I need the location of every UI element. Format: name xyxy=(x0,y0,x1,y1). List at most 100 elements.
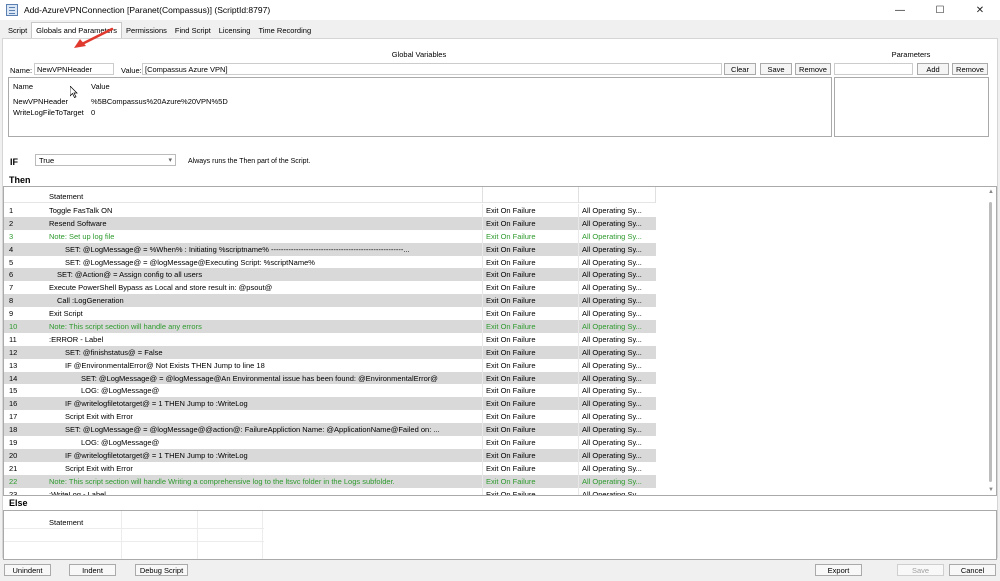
export-button[interactable]: Export xyxy=(815,564,862,576)
statement-row[interactable]: 10 Note: This script section will handle … xyxy=(4,320,656,333)
column-divider xyxy=(482,487,483,495)
name-input[interactable]: NewVPNHeader xyxy=(34,63,114,75)
column-divider xyxy=(578,229,579,243)
line-number: 16 xyxy=(9,399,18,409)
os-value: All Operating Sy... xyxy=(582,347,642,357)
column-divider xyxy=(482,255,483,269)
column-divider xyxy=(482,384,483,398)
statement-text: Script Exit with Error xyxy=(65,463,133,473)
close-icon[interactable]: ✕ xyxy=(960,0,1000,20)
statement-text: :WriteLog - Label xyxy=(49,489,106,496)
on-failure-value: Exit On Failure xyxy=(486,218,536,228)
if-hint: Always runs the Then part of the Script. xyxy=(188,158,311,165)
column-divider xyxy=(482,397,483,411)
then-rows: 1 Toggle FasTalk ON Exit On Failure All Ope… xyxy=(4,204,656,496)
column-header-statement[interactable]: Statement xyxy=(49,192,83,201)
minimize-icon[interactable]: — xyxy=(880,0,920,20)
window-title: Add-AzureVPNConnection [Paranet(Compassu… xyxy=(24,5,271,15)
if-condition-select[interactable]: True ▾ xyxy=(35,154,176,166)
statement-row[interactable]: 22 Note: This script section will handle … xyxy=(4,474,656,488)
save-button[interactable]: Save xyxy=(897,564,944,576)
remove-variable-button[interactable]: Remove xyxy=(795,63,831,75)
statement-row[interactable]: 18 SET: @LogMessage@ = @logMessage@@actio… xyxy=(4,423,656,437)
add-parameter-button[interactable]: Add xyxy=(917,63,949,75)
on-failure-value: Exit On Failure xyxy=(486,425,536,435)
column-header-statement[interactable]: Statement xyxy=(49,518,83,527)
then-statements-table[interactable]: Statement 1 Toggle FasTalk ON Exit On Fail… xyxy=(3,186,997,496)
statement-text: LOG: @LogMessage@ xyxy=(81,386,160,396)
os-value: All Operating Sy... xyxy=(582,412,642,422)
statement-row[interactable]: 16 IF @writelogfiletotarget@ = 1 THEN Jum… xyxy=(4,397,656,411)
column-divider xyxy=(482,423,483,437)
statement-row[interactable]: 15 LOG: @LogMessage@ Exit On Failure All Op… xyxy=(4,384,656,398)
cancel-button[interactable]: Cancel xyxy=(949,564,996,576)
statement-row[interactable]: 12 SET: @finishstatus@ = False Exit On Fai… xyxy=(4,345,656,359)
debug-script-button[interactable]: Debug Script xyxy=(135,564,188,576)
vertical-scrollbar[interactable]: ▲ ▼ xyxy=(987,188,995,494)
remove-parameter-button[interactable]: Remove xyxy=(952,63,988,75)
on-failure-value: Exit On Failure xyxy=(486,463,536,473)
os-value: All Operating Sy... xyxy=(582,244,642,254)
statement-text: Execute PowerShell Bypass as Local and s… xyxy=(49,283,273,293)
scrollbar-thumb[interactable] xyxy=(989,202,992,482)
os-value: All Operating Sy... xyxy=(582,257,642,267)
tab-time-recording[interactable]: Time Recording xyxy=(254,24,315,38)
column-divider xyxy=(482,332,483,346)
statement-row[interactable]: 4 SET: @LogMessage@ = %When% : Initiating… xyxy=(4,242,656,256)
parameters-list[interactable] xyxy=(834,77,989,137)
save-variable-button[interactable]: Save xyxy=(760,63,792,75)
tab-find-script[interactable]: Find Script xyxy=(171,24,215,38)
tab-script[interactable]: Script xyxy=(4,24,31,38)
statement-row[interactable]: 14 SET: @LogMessage@ = @logMessage@An Env… xyxy=(4,371,656,385)
tab-licensing[interactable]: Licensing xyxy=(215,24,255,38)
scroll-down-icon[interactable]: ▼ xyxy=(987,486,995,494)
on-failure-value: Exit On Failure xyxy=(486,334,536,344)
parameter-input[interactable] xyxy=(834,63,913,75)
statement-row[interactable]: 3 Note: Set up log file Exit On Failure All… xyxy=(4,229,656,243)
tab-permissions[interactable]: Permissions xyxy=(122,24,171,38)
statement-row[interactable]: 20 IF @writelogfiletotarget@ = 1 THEN Jum… xyxy=(4,448,656,462)
statement-row[interactable]: 19 LOG: @LogMessage@ Exit On Failure All Op… xyxy=(4,436,656,449)
global-variables-table[interactable]: Name Value NewVPNHeader %5BCompassus%20A… xyxy=(8,77,832,137)
column-divider xyxy=(482,474,483,488)
clear-button[interactable]: Clear xyxy=(724,63,756,75)
column-header-value[interactable]: Value xyxy=(91,82,110,91)
else-grid xyxy=(4,511,264,559)
column-divider xyxy=(578,461,579,475)
statement-row[interactable]: 7 Execute PowerShell Bypass as Local and … xyxy=(4,281,656,295)
os-value: All Operating Sy... xyxy=(582,206,642,215)
column-header-name[interactable]: Name xyxy=(13,82,33,91)
statement-text: Script Exit with Error xyxy=(65,412,133,422)
statement-row[interactable]: 11:ERROR - Label Exit On Failure All Opera… xyxy=(4,332,656,346)
statement-text: Call :LogGeneration xyxy=(57,296,124,306)
on-failure-value: Exit On Failure xyxy=(486,360,536,370)
line-number: 10 xyxy=(9,322,18,332)
statement-row[interactable]: 6 SET: @Action@ = Assign config to all us… xyxy=(4,268,656,282)
value-input[interactable]: [Compassus Azure VPN] xyxy=(142,63,722,75)
if-selected-value: True xyxy=(39,156,55,165)
line-number: 2 xyxy=(9,218,14,228)
statement-row[interactable]: 17 Script Exit with Error Exit On Failure A… xyxy=(4,410,656,424)
statement-row[interactable]: 9 Exit Script Exit On Failure All Operating… xyxy=(4,307,656,321)
line-number: 15 xyxy=(9,386,18,396)
statement-row[interactable]: 13 IF @EnvironmentalError@ Not Exists THE… xyxy=(4,358,656,372)
statement-text: IF @writelogfiletotarget@ = 1 THEN Jump … xyxy=(65,450,248,460)
title-bar: Add-AzureVPNConnection [Paranet(Compassu… xyxy=(0,0,1000,20)
indent-button[interactable]: Indent xyxy=(69,564,116,576)
table-row[interactable]: NewVPNHeader %5BCompassus%20Azure%20VPN%… xyxy=(9,97,831,108)
os-value: All Operating Sy... xyxy=(582,309,642,319)
statement-row[interactable]: 5 SET: @LogMessage@ = @logMessage@Executi… xyxy=(4,255,656,269)
table-row[interactable]: WriteLogFileToTarget 0 xyxy=(9,108,831,119)
statement-row[interactable]: 1 Toggle FasTalk ON Exit On Failure All Ope… xyxy=(4,204,656,217)
statement-row[interactable]: 21 Script Exit with Error Exit On Failure A… xyxy=(4,461,656,475)
maximize-icon[interactable]: ☐ xyxy=(920,0,960,20)
statement-row[interactable]: 23:WriteLog - Label Exit On Failure All Op… xyxy=(4,487,656,496)
column-divider xyxy=(578,423,579,437)
scroll-up-icon[interactable]: ▲ xyxy=(987,188,995,196)
statement-row[interactable]: 2 Resend Software Exit On Failure All Opera… xyxy=(4,216,656,230)
unindent-button[interactable]: Unindent xyxy=(4,564,51,576)
statement-row[interactable]: 8 Call :LogGeneration Exit On Failure All O… xyxy=(4,294,656,308)
else-statements-table[interactable]: Statement xyxy=(3,510,997,560)
then-table-header: Statement xyxy=(4,187,656,203)
on-failure-value: Exit On Failure xyxy=(486,347,536,357)
